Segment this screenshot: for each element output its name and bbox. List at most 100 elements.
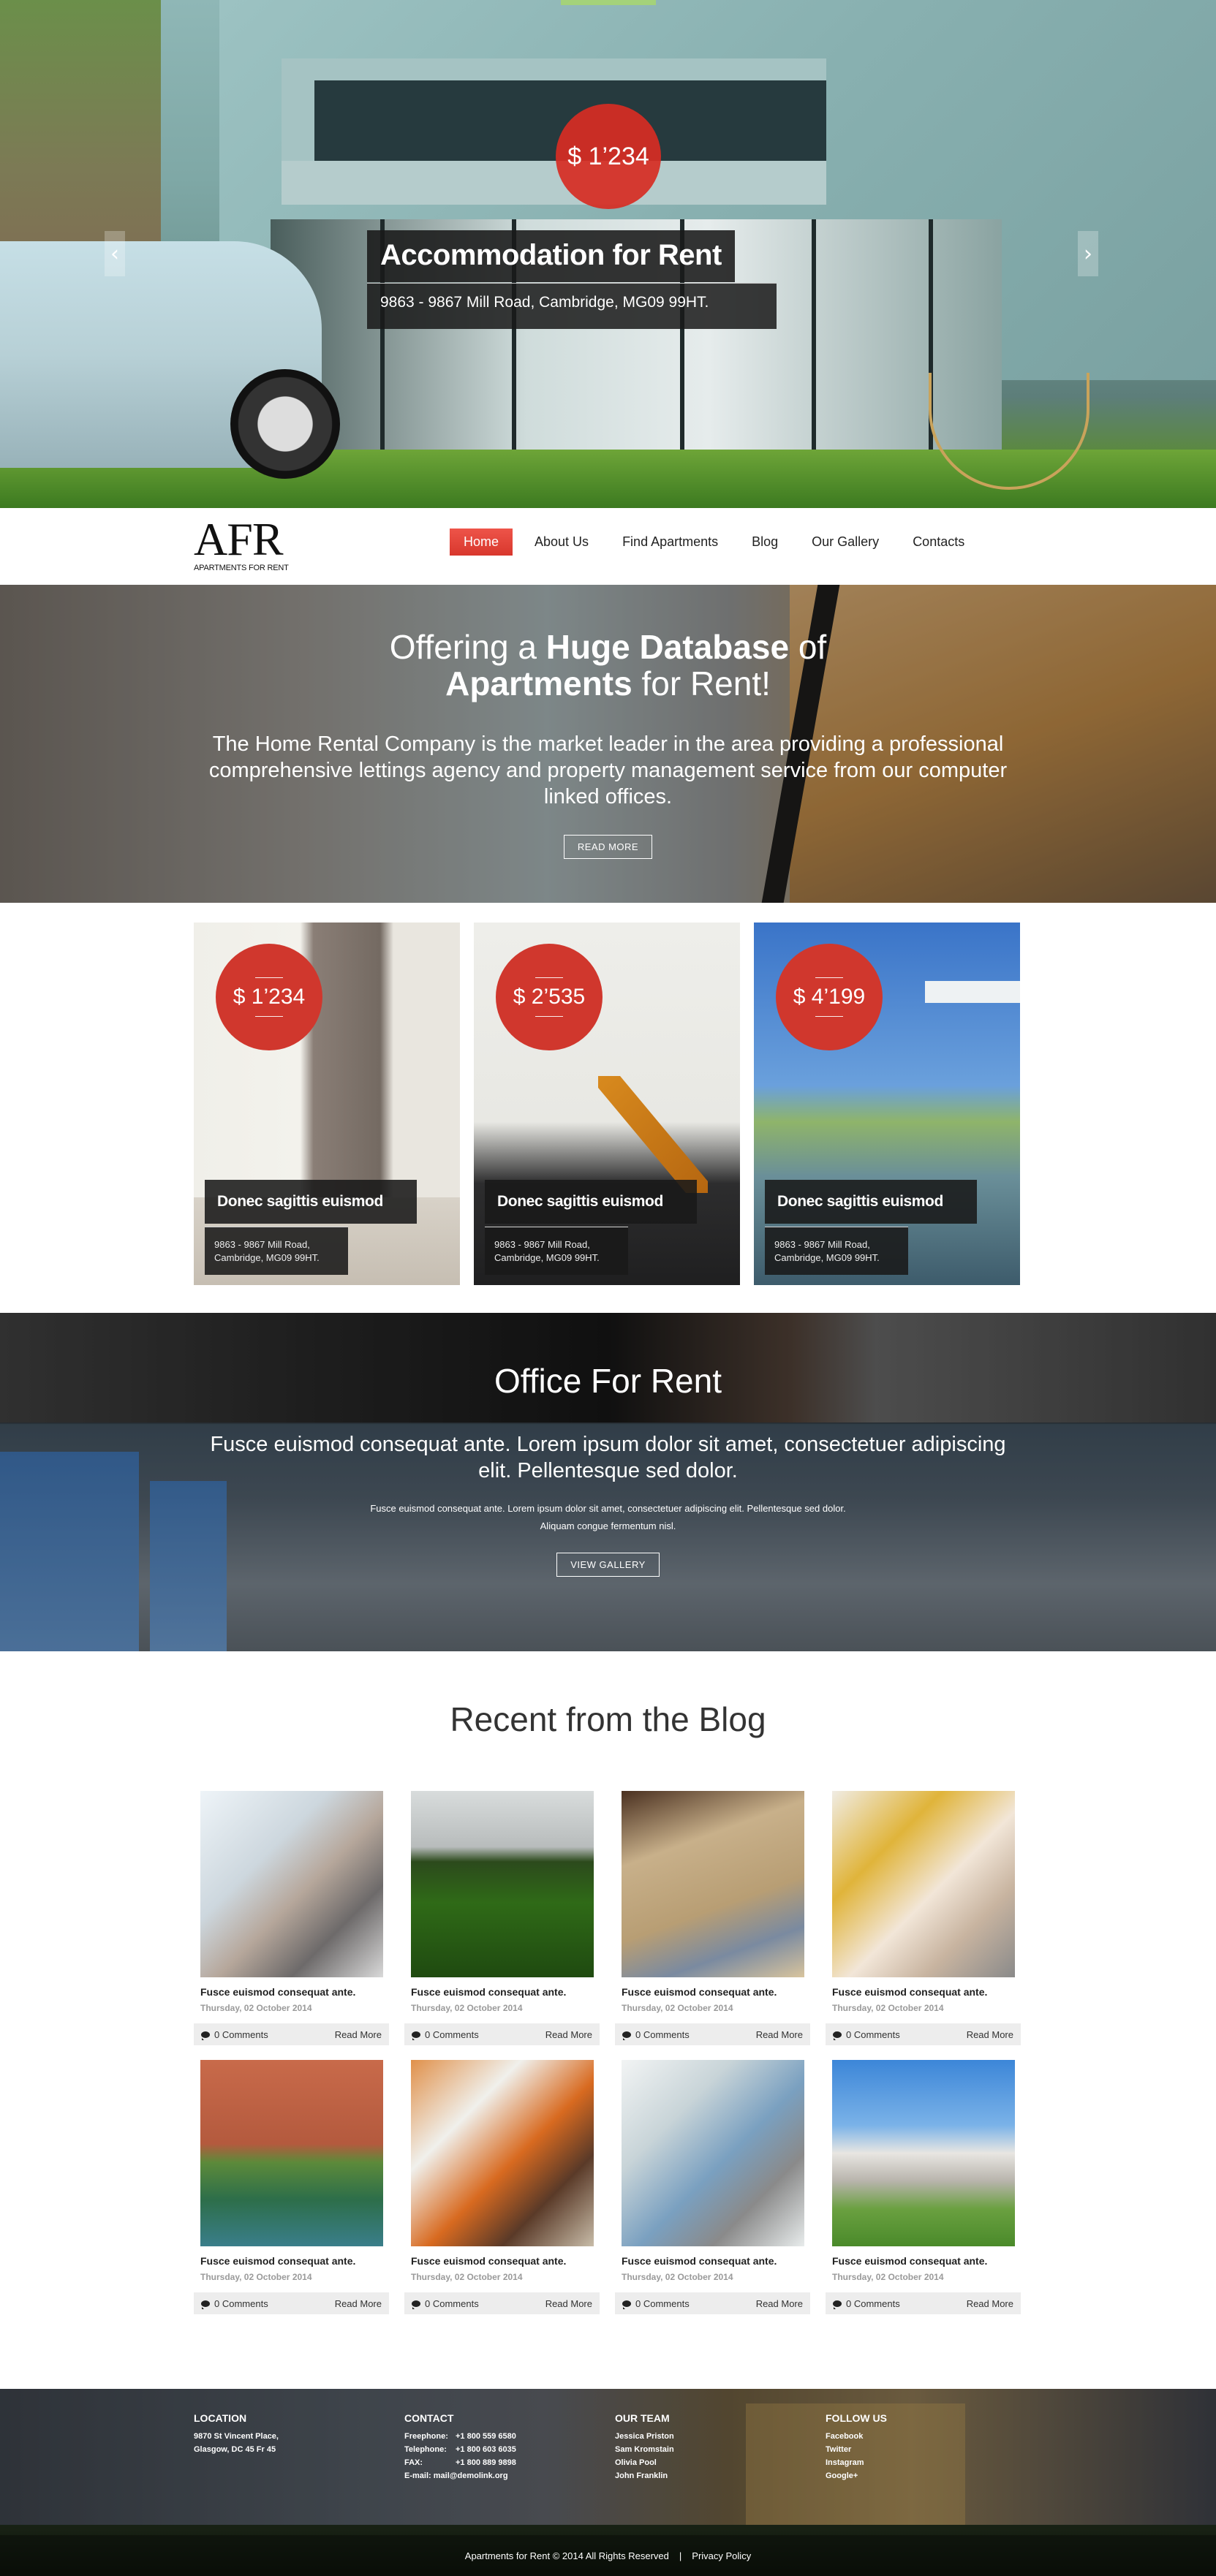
- logo-tagline: APARTMENTS FOR RENT: [194, 564, 289, 572]
- post-comments-link[interactable]: 0 Comments: [622, 2029, 690, 2040]
- post-read-more-link[interactable]: Read More: [335, 2298, 382, 2309]
- team-member-link[interactable]: Sam Kromstain: [615, 2443, 826, 2456]
- post-title[interactable]: Fusce euismod consequat ante.: [832, 1986, 1021, 1998]
- post-thumbnail[interactable]: [200, 2060, 383, 2246]
- offer-title: Offering a Huge Database of Apartments f…: [0, 629, 1216, 702]
- post-read-more-link[interactable]: Read More: [756, 2298, 803, 2309]
- chevron-right-icon: ›: [1084, 240, 1092, 267]
- post-date: Thursday, 02 October 2014: [622, 2272, 733, 2282]
- listing-address-line1: 9863 - 9867 Mill Road,: [774, 1239, 870, 1250]
- privacy-policy-link[interactable]: Privacy Policy: [692, 2550, 751, 2561]
- footer-follow-heading: FOLLOW US: [826, 2412, 887, 2424]
- slide-address: 9863 - 9867 Mill Road, Cambridge, MG09 9…: [367, 283, 777, 329]
- contact-label: FAX:: [404, 2458, 423, 2467]
- post-comments-link[interactable]: 0 Comments: [412, 2029, 479, 2040]
- post-comments-link[interactable]: 0 Comments: [201, 2298, 268, 2309]
- post-read-more-link[interactable]: Read More: [545, 2029, 592, 2040]
- post-thumbnail[interactable]: [411, 2060, 594, 2246]
- social-link-facebook[interactable]: Facebook: [826, 2430, 1036, 2443]
- listing-address: 9863 - 9867 Mill Road, Cambridge, MG09 9…: [205, 1227, 348, 1275]
- post-thumbnail[interactable]: [832, 2060, 1015, 2246]
- post-thumbnail[interactable]: [200, 1791, 383, 1977]
- social-link-twitter[interactable]: Twitter: [826, 2443, 1036, 2456]
- listing-title[interactable]: Donec sagittis euismod: [485, 1180, 697, 1224]
- post-thumbnail[interactable]: [622, 1791, 804, 1977]
- post-comments-count: 0 Comments: [635, 2297, 690, 2309]
- post-title[interactable]: Fusce euismod consequat ante.: [200, 2255, 389, 2267]
- post-read-more-link[interactable]: Read More: [967, 2298, 1013, 2309]
- offer-title-bold1: Huge Database: [545, 628, 790, 666]
- blog-post: Fusce euismod consequat ante. Thursday, …: [194, 1791, 389, 2045]
- post-date: Thursday, 02 October 2014: [200, 2003, 312, 2013]
- footer-follow: FOLLOW US Facebook Twitter Instagram Goo…: [826, 2412, 1036, 2482]
- blog-grid: Fusce euismod consequat ante. Thursday, …: [194, 1791, 1021, 2314]
- office-title: Office For Rent: [494, 1362, 722, 1400]
- listing-card[interactable]: $ 2’535 Donec sagittis euismod 9863 - 98…: [474, 923, 740, 1285]
- listing-price: $ 4’199: [793, 985, 866, 1009]
- team-member-link[interactable]: John Franklin: [615, 2469, 826, 2482]
- contact-email: E-mail: mail@demolink.org: [404, 2469, 615, 2482]
- nav-contacts[interactable]: Contacts: [901, 529, 976, 556]
- listing-title[interactable]: Donec sagittis euismod: [765, 1180, 977, 1224]
- comment-icon: [412, 2300, 420, 2309]
- slider-prev-button[interactable]: ‹: [105, 231, 125, 276]
- footer-contact: CONTACT Freephone: +1 800 559 6580 Teleph…: [404, 2412, 615, 2482]
- view-gallery-button[interactable]: VIEW GALLERY: [556, 1553, 660, 1577]
- post-date: Thursday, 02 October 2014: [411, 2272, 523, 2282]
- hero-slider: $ 1’234 Accommodation for Rent 9863 - 98…: [0, 0, 1216, 508]
- offer-title-mid: of: [789, 628, 827, 666]
- contact-email-link[interactable]: mail@demolink.org: [434, 2469, 508, 2482]
- post-comments-link[interactable]: 0 Comments: [833, 2298, 900, 2309]
- team-member-link[interactable]: Jessica Priston: [615, 2430, 826, 2443]
- post-read-more-link[interactable]: Read More: [335, 2029, 382, 2040]
- footer-bottom-bar: Apartments for Rent © 2014 All Rights Re…: [0, 2535, 1216, 2576]
- nav-find-apartments[interactable]: Find Apartments: [611, 529, 730, 556]
- slide-title: Accommodation for Rent: [367, 230, 735, 282]
- post-thumbnail[interactable]: [411, 1791, 594, 1977]
- post-comments-link[interactable]: 0 Comments: [201, 2029, 268, 2040]
- post-read-more-link[interactable]: Read More: [756, 2029, 803, 2040]
- footer-contact-heading: CONTACT: [404, 2412, 454, 2424]
- social-link-google-plus[interactable]: Google+: [826, 2469, 1036, 2482]
- post-title[interactable]: Fusce euismod consequat ante.: [832, 2255, 1021, 2267]
- nav-about-us[interactable]: About Us: [523, 529, 600, 556]
- comment-icon: [412, 2031, 420, 2040]
- contact-label: Freephone:: [404, 2432, 448, 2441]
- comment-icon: [833, 2031, 842, 2040]
- listing-title[interactable]: Donec sagittis euismod: [205, 1180, 417, 1224]
- post-title[interactable]: Fusce euismod consequat ante.: [622, 1986, 810, 1998]
- post-title[interactable]: Fusce euismod consequat ante.: [200, 1986, 389, 1998]
- nav-home[interactable]: Home: [450, 529, 513, 556]
- listing-price: $ 1’234: [233, 985, 306, 1009]
- post-comments-link[interactable]: 0 Comments: [412, 2298, 479, 2309]
- team-member-link[interactable]: Olivia Pool: [615, 2456, 826, 2469]
- post-comments-link[interactable]: 0 Comments: [833, 2029, 900, 2040]
- footer-location-line1: 9870 St Vincent Place,: [194, 2432, 279, 2441]
- nav-our-gallery[interactable]: Our Gallery: [800, 529, 891, 556]
- post-date: Thursday, 02 October 2014: [411, 2003, 523, 2013]
- post-comments-link[interactable]: 0 Comments: [622, 2298, 690, 2309]
- post-title[interactable]: Fusce euismod consequat ante.: [411, 1986, 600, 1998]
- main-nav: Home About Us Find Apartments Blog Our G…: [450, 529, 986, 556]
- listing-address-line2: Cambridge, MG09 99HT.: [214, 1252, 320, 1263]
- top-panel-tab[interactable]: [561, 0, 656, 5]
- blog-post: Fusce euismod consequat ante. Thursday, …: [404, 2060, 600, 2314]
- post-title[interactable]: Fusce euismod consequat ante.: [622, 2255, 810, 2267]
- read-more-button[interactable]: READ MORE: [563, 835, 653, 859]
- listing-card[interactable]: $ 4’199 Donec sagittis euismod 9863 - 98…: [754, 923, 1020, 1285]
- office-section: Office For Rent Fusce euismod consequat …: [0, 1313, 1216, 1651]
- nav-blog[interactable]: Blog: [740, 529, 790, 556]
- post-thumbnail[interactable]: [622, 2060, 804, 2246]
- post-read-more-link[interactable]: Read More: [967, 2029, 1013, 2040]
- slider-next-button[interactable]: ›: [1078, 231, 1098, 276]
- logo[interactable]: AFR APARTMENTS FOR RENT: [194, 516, 289, 573]
- listing-card[interactable]: $ 1’234 Donec sagittis euismod 9863 - 98…: [194, 923, 460, 1285]
- slide-caption: Accommodation for Rent 9863 - 9867 Mill …: [367, 230, 777, 329]
- post-thumbnail[interactable]: [832, 1791, 1015, 1977]
- post-read-more-link[interactable]: Read More: [545, 2298, 592, 2309]
- offer-content: Offering a Huge Database of Apartments f…: [0, 629, 1216, 859]
- blog-post: Fusce euismod consequat ante. Thursday, …: [615, 2060, 810, 2314]
- listing-address-line1: 9863 - 9867 Mill Road,: [214, 1239, 310, 1250]
- post-title[interactable]: Fusce euismod consequat ante.: [411, 2255, 600, 2267]
- social-link-instagram[interactable]: Instagram: [826, 2456, 1036, 2469]
